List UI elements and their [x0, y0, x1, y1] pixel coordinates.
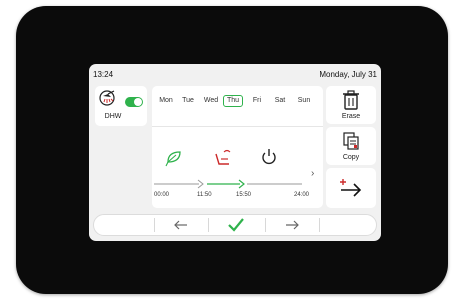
comfort-chair-icon	[215, 149, 231, 165]
dhw-label: DHW	[104, 113, 122, 120]
erase-button[interactable]: Erase	[326, 86, 376, 124]
nav-divider	[319, 218, 320, 232]
time-label-1150: 11:50	[197, 192, 212, 198]
trash-icon	[343, 90, 359, 110]
checkmark-icon	[228, 218, 244, 232]
time-label-start: 00:00	[154, 192, 170, 198]
copy-label: Copy	[342, 154, 360, 161]
paste-button[interactable]	[326, 168, 376, 208]
dhw-card[interactable]: DHW	[95, 86, 147, 126]
paste-arrow-icon	[340, 179, 362, 197]
toggle-knob	[134, 98, 142, 106]
eco-leaf-icon	[165, 151, 181, 167]
copy-icon	[343, 132, 359, 150]
back-button[interactable]	[154, 215, 208, 235]
copy-button[interactable]: Copy	[326, 127, 376, 165]
confirm-button[interactable]	[208, 215, 265, 235]
time-label-1550: 15:50	[236, 192, 252, 198]
power-off-icon	[262, 149, 276, 165]
touch-screen: 13:24 Monday, July 31 DHW Mon Tue Wed Th…	[89, 64, 381, 241]
current-date: Monday, July 31	[319, 70, 377, 79]
timeline-scroll-right-icon[interactable]: ›	[311, 168, 314, 179]
segment-comfort-arrow[interactable]	[207, 179, 245, 189]
time-label-end: 24:00	[294, 192, 310, 198]
segment-eco-arrow[interactable]	[154, 179, 204, 189]
schedule-timeline[interactable]	[152, 86, 323, 208]
status-bar: 13:24 Monday, July 31	[89, 64, 381, 84]
forward-button[interactable]	[265, 215, 319, 235]
dhw-toggle[interactable]	[125, 97, 143, 107]
clock-time: 13:24	[93, 70, 114, 79]
shower-icon	[99, 90, 115, 106]
arrow-right-icon	[286, 220, 299, 230]
bottom-nav-bar	[93, 214, 377, 236]
arrow-left-icon	[174, 220, 187, 230]
erase-label: Erase	[341, 113, 361, 120]
schedule-card: Mon Tue Wed Thu Fri Sat Sun › 00:00 11:5…	[152, 86, 323, 208]
